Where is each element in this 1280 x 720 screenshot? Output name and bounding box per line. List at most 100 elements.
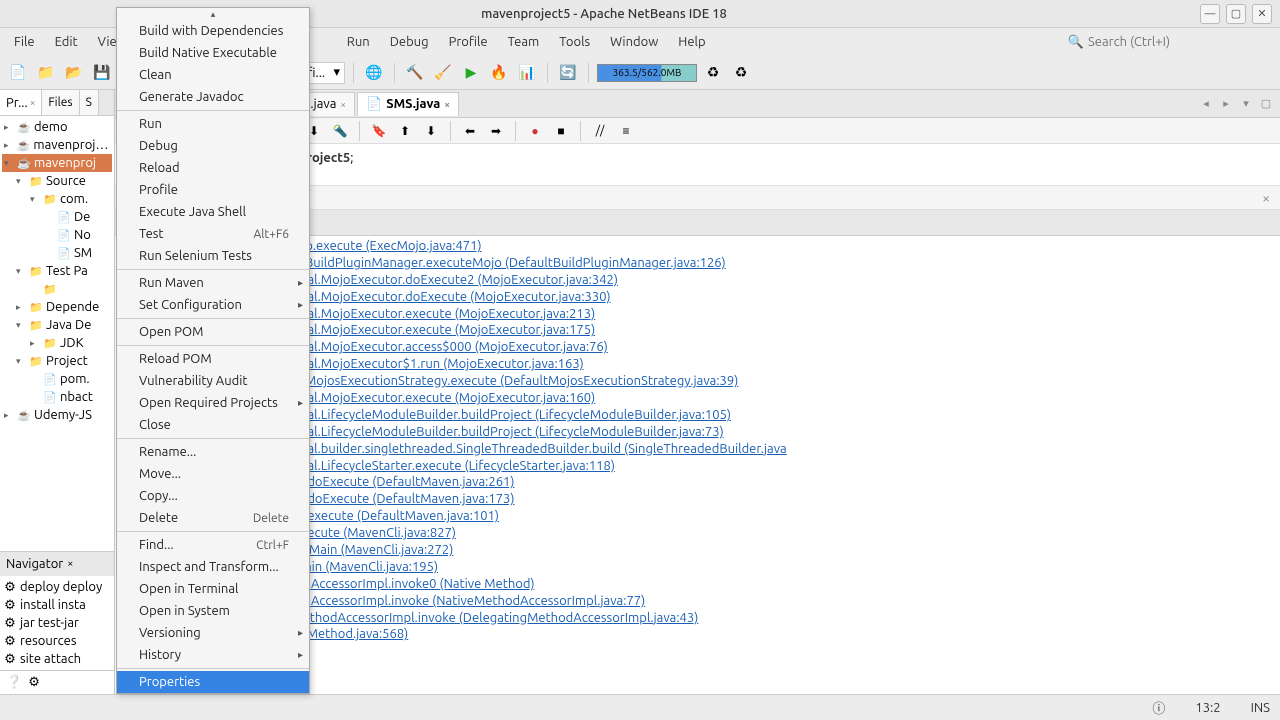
menu-item[interactable]: Run Maven▸ bbox=[117, 272, 309, 294]
debug-icon[interactable]: 🔥 bbox=[487, 61, 511, 85]
menu-item[interactable]: Run Selenium Tests bbox=[117, 245, 309, 267]
menu-item[interactable]: History▸ bbox=[117, 644, 309, 666]
tree-toggle-icon[interactable]: ▸ bbox=[4, 140, 16, 151]
gc-icon-2[interactable]: ♻ bbox=[729, 61, 753, 85]
tree-item[interactable]: 📄SM bbox=[2, 244, 112, 262]
tree-item[interactable]: 📄pom. bbox=[2, 370, 112, 388]
navigator-item[interactable]: ⚙site attach bbox=[2, 650, 112, 668]
tree-item[interactable]: ▸☕Udemy-JS bbox=[2, 406, 112, 424]
help-icon[interactable]: ❔ bbox=[6, 675, 22, 690]
tree-toggle-icon[interactable]: ▸ bbox=[4, 410, 16, 421]
next-bookmark-icon[interactable]: ⬇ bbox=[420, 120, 442, 142]
gc-icon[interactable]: ♻ bbox=[701, 61, 725, 85]
bookmark-icon[interactable]: 🔖 bbox=[368, 120, 390, 142]
tree-item[interactable]: ▸📁JDK bbox=[2, 334, 112, 352]
memory-meter[interactable]: 363.5/562.0MB bbox=[597, 64, 697, 82]
menu-item[interactable]: Debug bbox=[117, 135, 309, 157]
tab-projects[interactable]: Pr...× bbox=[0, 90, 42, 115]
open-project-icon[interactable]: 📂 bbox=[62, 61, 86, 85]
editor-tab[interactable]: 📄SMS.java× bbox=[357, 92, 459, 116]
tab-services[interactable]: S bbox=[80, 90, 99, 115]
menu-item[interactable]: Open Required Projects▸ bbox=[117, 392, 309, 414]
menu-item[interactable]: Build with Dependencies bbox=[117, 20, 309, 42]
close-icon[interactable]: × bbox=[340, 99, 346, 110]
save-all-icon[interactable]: 💾 bbox=[90, 61, 114, 85]
search-box[interactable]: 🔍 bbox=[1060, 33, 1276, 52]
menu-item[interactable]: TestAlt+F6 bbox=[117, 223, 309, 245]
maximize-editor-icon[interactable]: ▢ bbox=[1258, 96, 1274, 112]
tab-files[interactable]: Files bbox=[42, 90, 79, 115]
close-icon[interactable]: × bbox=[444, 99, 450, 110]
tree-item[interactable]: ▸☕mavenproject bbox=[2, 136, 112, 154]
comment-icon[interactable]: // bbox=[589, 120, 611, 142]
record-macro-icon[interactable]: ● bbox=[524, 120, 546, 142]
tree-item[interactable]: ▾📁Java De bbox=[2, 316, 112, 334]
navigator-item[interactable]: ⚙deploy deploy bbox=[2, 578, 112, 596]
tree-toggle-icon[interactable]: ▾ bbox=[4, 158, 16, 169]
tree-toggle-icon[interactable]: ▸ bbox=[30, 338, 42, 349]
tree-item[interactable]: ▾☕mavenproj bbox=[2, 154, 112, 172]
highlight-icon[interactable]: 🔦 bbox=[329, 120, 351, 142]
close-icon[interactable]: × bbox=[1262, 190, 1270, 206]
menu-item[interactable]: Open in Terminal bbox=[117, 578, 309, 600]
next-tab-icon[interactable]: ▸ bbox=[1218, 96, 1234, 112]
tree-item[interactable]: ▸📁Depende bbox=[2, 298, 112, 316]
close-icon[interactable]: × bbox=[30, 97, 36, 108]
menu-item[interactable]: Generate Javadoc bbox=[117, 86, 309, 108]
menu-window[interactable]: Window bbox=[600, 31, 668, 53]
minimize-button[interactable]: — bbox=[1200, 4, 1220, 24]
tree-item[interactable]: 📄De bbox=[2, 208, 112, 226]
menu-item[interactable]: Rename... bbox=[117, 441, 309, 463]
tree-item[interactable]: ▾📁Test Pa bbox=[2, 262, 112, 280]
run-icon[interactable]: ▶ bbox=[459, 61, 483, 85]
navigator-item[interactable]: ⚙install insta bbox=[2, 596, 112, 614]
menu-item[interactable]: Versioning▸ bbox=[117, 622, 309, 644]
info-icon[interactable]: ⓘ bbox=[1152, 698, 1165, 717]
menu-item[interactable]: Vulnerability Audit bbox=[117, 370, 309, 392]
tree-toggle-icon[interactable]: ▾ bbox=[16, 356, 28, 367]
tree-toggle-icon[interactable]: ▾ bbox=[16, 266, 28, 277]
shift-left-icon[interactable]: ⬅ bbox=[459, 120, 481, 142]
tree-item[interactable]: ▸☕demo bbox=[2, 118, 112, 136]
menu-profile[interactable]: Profile bbox=[439, 31, 498, 53]
prev-tab-icon[interactable]: ◂ bbox=[1198, 96, 1214, 112]
prev-bookmark-icon[interactable]: ⬆ bbox=[394, 120, 416, 142]
menu-item[interactable]: Reload POM bbox=[117, 348, 309, 370]
menu-item[interactable]: Inspect and Transform... bbox=[117, 556, 309, 578]
gear-icon[interactable]: ⚙ bbox=[28, 675, 40, 690]
navigator-item[interactable]: ⚙jar test-jar bbox=[2, 614, 112, 632]
tree-item[interactable]: ▾📁com. bbox=[2, 190, 112, 208]
globe-icon[interactable]: 🌐 bbox=[362, 61, 386, 85]
menu-help[interactable]: Help bbox=[668, 31, 715, 53]
projects-tree[interactable]: ▸☕demo▸☕mavenproject▾☕mavenproj▾📁Source▾… bbox=[0, 116, 114, 426]
tree-item[interactable]: 📄nbact bbox=[2, 388, 112, 406]
new-file-icon[interactable]: 📄 bbox=[6, 61, 30, 85]
menu-edit[interactable]: Edit bbox=[45, 31, 88, 53]
tree-toggle-icon[interactable]: ▸ bbox=[16, 302, 28, 313]
reload-icon[interactable]: 🔄 bbox=[556, 61, 580, 85]
close-button[interactable]: ✕ bbox=[1252, 4, 1272, 24]
menu-item[interactable]: Profile bbox=[117, 179, 309, 201]
menu-item[interactable]: Build Native Executable bbox=[117, 42, 309, 64]
menu-scroll-up-icon[interactable]: ▴ bbox=[117, 8, 309, 20]
menu-debug[interactable]: Debug bbox=[380, 31, 439, 53]
menu-item[interactable]: Move... bbox=[117, 463, 309, 485]
menu-item[interactable]: Reload bbox=[117, 157, 309, 179]
tree-toggle-icon[interactable]: ▾ bbox=[16, 176, 28, 187]
close-icon[interactable]: × bbox=[67, 558, 73, 570]
tree-toggle-icon[interactable]: ▸ bbox=[4, 122, 16, 133]
menu-tools[interactable]: Tools bbox=[549, 31, 600, 53]
menu-item[interactable]: Set Configuration▸ bbox=[117, 294, 309, 316]
new-project-icon[interactable]: 📁 bbox=[34, 61, 58, 85]
navigator-item[interactable]: ⚙resources bbox=[2, 632, 112, 650]
menu-run[interactable]: Run bbox=[337, 31, 380, 53]
build-icon[interactable]: 🔨 bbox=[403, 61, 427, 85]
tree-item[interactable]: ▾📁Project bbox=[2, 352, 112, 370]
tree-item[interactable]: 📁 bbox=[2, 280, 112, 298]
menu-item[interactable]: Close bbox=[117, 414, 309, 436]
menu-item[interactable]: Open in System bbox=[117, 600, 309, 622]
menu-item[interactable]: DeleteDelete bbox=[117, 507, 309, 529]
menu-item[interactable]: Execute Java Shell bbox=[117, 201, 309, 223]
maximize-button[interactable]: ▢ bbox=[1226, 4, 1246, 24]
menu-team[interactable]: Team bbox=[498, 31, 550, 53]
